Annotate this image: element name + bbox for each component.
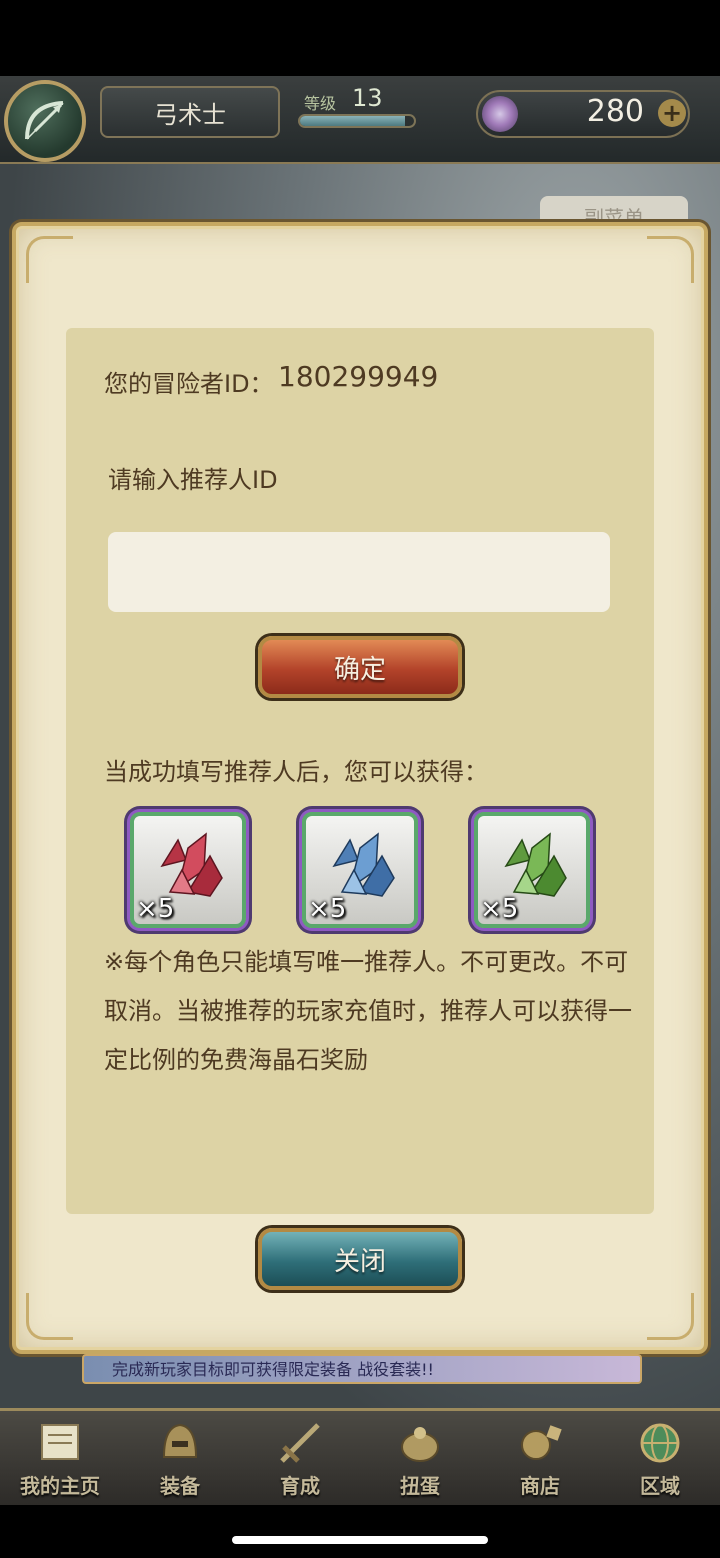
nav-item-gacha[interactable]: 扭蛋: [360, 1411, 480, 1505]
level-label: 等级: [304, 94, 337, 113]
nav-item-home[interactable]: 我的主页: [0, 1411, 120, 1505]
globe-icon: [640, 1423, 680, 1463]
gem-count: 280: [586, 94, 644, 129]
referral-notice: ※每个角色只能填写唯一推荐人。不可更改。不可取消。当被推荐的玩家充值时，推荐人可…: [104, 948, 632, 1074]
ornament-corner: [647, 236, 694, 283]
shop-icon: [521, 1425, 562, 1460]
referrer-id-input[interactable]: [108, 532, 610, 612]
nav-item-region[interactable]: 区域: [600, 1411, 720, 1505]
reward-caption: 当成功填写推荐人后，您可以获得：: [104, 758, 488, 786]
helmet-icon: [162, 1423, 198, 1458]
level-progress-fill: [300, 116, 405, 126]
ornament-corner: [647, 1293, 694, 1340]
nav-label: 我的主页: [20, 1474, 100, 1498]
close-button[interactable]: 关闭: [258, 1228, 462, 1290]
reward-quantity: ×5: [480, 894, 519, 924]
sword-icon: [280, 1423, 320, 1463]
reward-quantity: ×5: [308, 894, 347, 924]
gem-icon: [482, 96, 518, 132]
nav-item-training[interactable]: 育成: [240, 1411, 360, 1505]
level-progress-bar: [298, 114, 416, 128]
confirm-button[interactable]: 确定: [258, 636, 462, 698]
gacha-icon: [401, 1427, 439, 1462]
adventurer-id-value: 180299949: [278, 360, 439, 393]
level-value: 13: [352, 84, 383, 112]
reward-item-blue-crystal[interactable]: ×5: [302, 812, 418, 928]
scroll-icon: [41, 1424, 79, 1460]
adventurer-id-label: 您的冒险者ID：: [104, 370, 274, 398]
nav-label: 装备: [160, 1474, 200, 1498]
bow-icon: [25, 101, 64, 140]
nav-label: 区域: [640, 1474, 680, 1498]
confirm-button-label: 确定: [333, 654, 386, 685]
referrer-id-prompt: 请输入推荐人ID: [108, 466, 278, 494]
class-name: 弓术士: [100, 86, 280, 138]
event-banner[interactable]: 完成新玩家目标即可获得限定装备 战役套装!!: [82, 1354, 642, 1384]
reward-quantity: ×5: [136, 894, 175, 924]
ornament-corner: [26, 1293, 73, 1340]
nav-label: 育成: [280, 1474, 320, 1498]
nav-label: 商店: [520, 1474, 560, 1498]
home-indicator[interactable]: [232, 1536, 488, 1544]
reward-item-red-crystal[interactable]: ×5: [130, 812, 246, 928]
nav-item-equipment[interactable]: 装备: [120, 1411, 240, 1505]
reward-item-green-crystal[interactable]: ×5: [474, 812, 590, 928]
bottom-nav: 我的主页 装备 育成 扭蛋 商店 区域: [0, 1408, 720, 1505]
add-gems-button[interactable]: +: [658, 99, 686, 127]
close-button-label: 关闭: [333, 1246, 386, 1277]
nav-item-shop[interactable]: 商店: [480, 1411, 600, 1505]
ornament-corner: [26, 236, 73, 283]
nav-label: 扭蛋: [400, 1474, 440, 1498]
archer-class-emblem[interactable]: [4, 80, 86, 162]
